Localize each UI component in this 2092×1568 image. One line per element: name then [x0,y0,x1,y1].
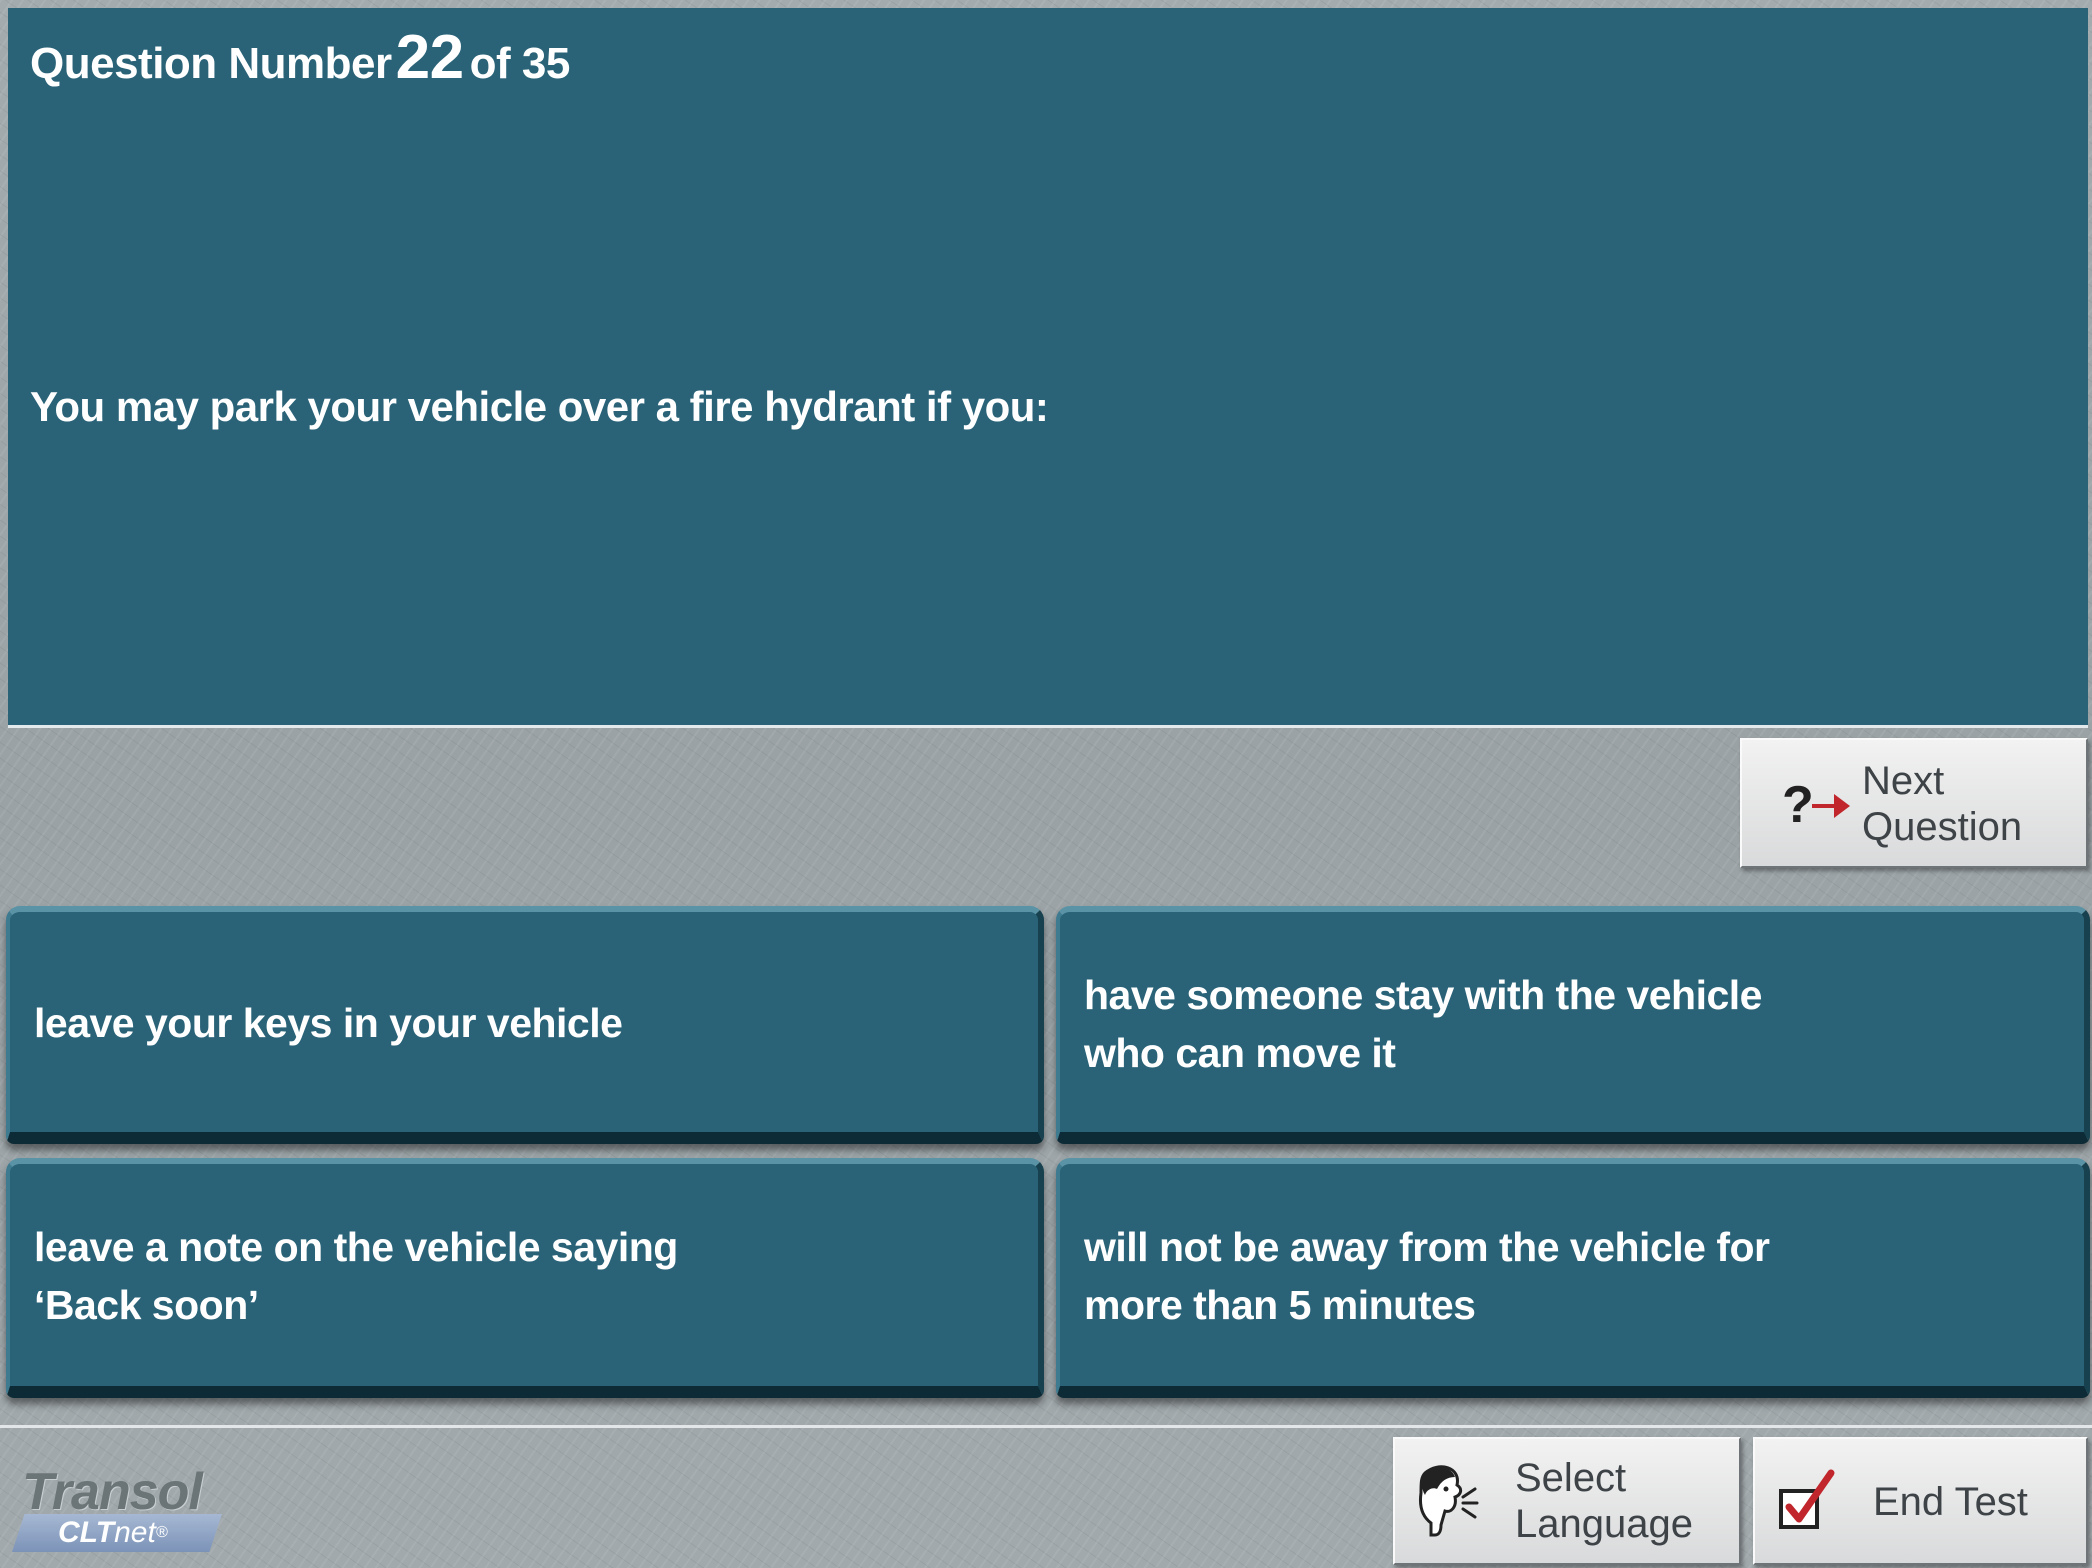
svg-text:?: ? [1782,776,1814,834]
language-button-line1: Select [1515,1456,1627,1500]
question-counter: Question Number22 of 35 [30,22,570,93]
language-button-line2: Language [1515,1502,1693,1546]
answer-3-line1: leave a note on the vehicle saying [34,1224,678,1270]
answer-4-line2: more than 5 minutes [1084,1282,1476,1328]
question-arrow-icon: ? [1782,776,1850,834]
question-number-prefix: Question Number [30,39,392,88]
answer-option-3[interactable]: leave a note on the vehicle saying ‘Back… [6,1158,1044,1398]
answer-option-4[interactable]: will not be away from the vehicle for mo… [1056,1158,2090,1398]
question-number: 22 [395,23,464,92]
question-total: of 35 [469,39,571,88]
answer-2-line2: who can move it [1084,1030,1396,1076]
logo-brand: Transol [22,1463,203,1521]
answer-3-line2: ‘Back soon’ [34,1282,259,1328]
select-language-button[interactable]: Select Language [1393,1437,1741,1565]
checkbox-check-icon [1779,1469,1835,1529]
end-test-label: End Test [1873,1480,2028,1524]
footer-divider [0,1425,2092,1428]
speaking-head-icon [1419,1465,1479,1537]
answer-option-1[interactable]: leave your keys in your vehicle [6,906,1044,1144]
next-button-line1: Next [1862,759,1945,803]
answer-2-line1: have someone stay with the vehicle [1084,972,1762,1018]
question-text: You may park your vehicle over a fire hy… [30,383,1049,430]
answer-4-line1: will not be away from the vehicle for [1084,1224,1770,1270]
logo-product: CLTnet® [12,1514,222,1552]
answer-1-line1: leave your keys in your vehicle [34,1000,623,1046]
question-panel: Question Number22 of 35 You may park your… [8,8,2088,728]
answer-option-2[interactable]: have someone stay with the vehicle who c… [1056,906,2090,1144]
end-test-button[interactable]: End Test [1753,1437,2088,1565]
transol-logo: Transol CLTnet® [12,1462,242,1554]
next-button-line2: Question [1862,805,2023,849]
next-question-button[interactable]: ? Next Question [1740,738,2088,868]
